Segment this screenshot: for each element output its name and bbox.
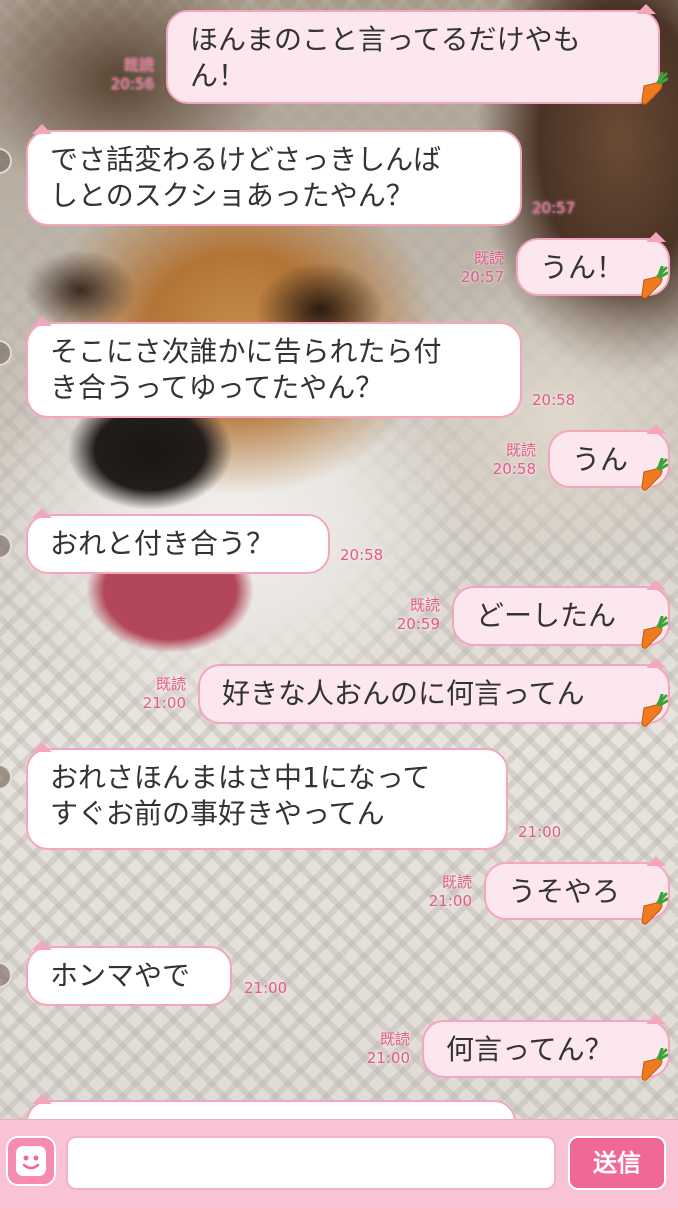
smiley-icon: [16, 1146, 46, 1176]
sent-message-bubble[interactable]: 好きな人おんのに何言ってん: [198, 658, 670, 724]
message-meta: 既読 21:00: [128, 675, 186, 713]
received-message-bubble[interactable]: ホンマやで: [26, 940, 232, 1006]
message-time: 21:00: [142, 694, 186, 712]
read-receipt: 既読: [441, 873, 472, 891]
read-receipt: 既読: [505, 441, 536, 459]
message-time: 20:56: [110, 75, 154, 93]
send-button[interactable]: 送信: [568, 1136, 666, 1190]
message-meta: 既読 20:58: [480, 441, 536, 479]
read-receipt: 既読: [123, 56, 154, 74]
message-time: 21:00: [518, 823, 562, 841]
message-input-bar: 送信: [0, 1119, 678, 1208]
message-time: 20:57: [460, 268, 504, 286]
message-meta: 既読 21:00: [416, 873, 472, 911]
carrot-icon: [641, 1048, 668, 1081]
read-receipt: 既読: [379, 1030, 410, 1048]
message-time: 21:00: [428, 892, 472, 910]
message-text-input[interactable]: [66, 1136, 556, 1190]
read-receipt: 既読: [473, 249, 504, 267]
carrot-icon: [641, 72, 668, 105]
carrot-icon: [641, 892, 668, 925]
message-time: 20:58: [340, 546, 384, 564]
message-time: 21:00: [366, 1049, 410, 1067]
carrot-icon: [641, 616, 668, 649]
received-message-bubble[interactable]: おれと付き合う？: [26, 508, 330, 574]
carrot-icon: [641, 266, 668, 299]
message-meta: 既読 20:59: [382, 596, 440, 634]
emoji-button[interactable]: [6, 1136, 56, 1186]
read-receipt: 既読: [155, 675, 186, 693]
read-receipt: 既読: [409, 596, 440, 614]
message-time: 20:58: [532, 391, 576, 409]
sent-message-bubble[interactable]: ほんまのこと言ってるだけやも ん！: [166, 4, 660, 104]
message-meta: 既読 21:00: [354, 1030, 410, 1068]
sent-message-bubble[interactable]: 何言ってん？: [422, 1014, 670, 1078]
message-meta: 既読 20:57: [448, 249, 504, 287]
message-meta: 既読 20:56: [100, 56, 154, 94]
message-time: 20:58: [492, 460, 536, 478]
received-message-bubble[interactable]: でさ話変わるけどさっきしんば しとのスクショあったやん？: [26, 124, 522, 226]
received-message-bubble[interactable]: おれさほんまはさ中1になって すぐお前の事好きやってん: [26, 742, 508, 850]
message-time: 20:57: [532, 199, 576, 217]
received-message-bubble[interactable]: そこにさ次誰かに告られたら付 き合うってゆってたやん？: [26, 316, 522, 418]
carrot-icon: [641, 458, 668, 491]
message-time: 20:59: [396, 615, 440, 633]
message-time: 21:00: [244, 979, 288, 997]
carrot-icon: [641, 694, 668, 727]
